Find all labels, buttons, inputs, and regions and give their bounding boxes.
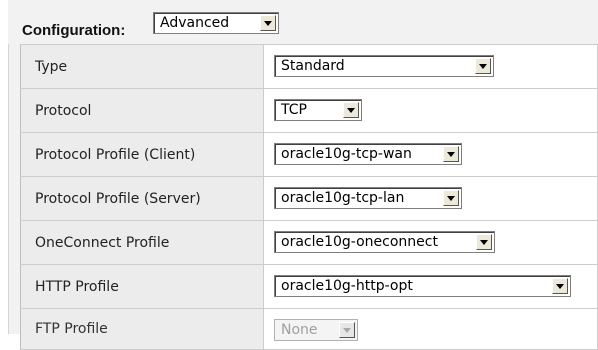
- protocol-profile-client-label: Protocol Profile (Client): [20, 132, 264, 177]
- http-profile-label: HTTP Profile: [20, 264, 264, 309]
- type-select[interactable]: Standard: [274, 55, 494, 77]
- table-row: HTTP Profile oracle10g-http-opt: [20, 264, 598, 309]
- settings-table: Type Standard Protocol TCP Protocol Prof…: [20, 44, 598, 350]
- chevron-down-icon[interactable]: [343, 102, 359, 118]
- chevron-down-icon[interactable]: [260, 15, 276, 31]
- http-profile-select[interactable]: oracle10g-http-opt: [274, 275, 571, 297]
- table-row: FTP Profile None: [20, 308, 598, 350]
- configuration-mode-select[interactable]: Advanced: [153, 12, 279, 34]
- ftp-profile-label: FTP Profile: [20, 308, 264, 350]
- chevron-down-icon[interactable]: [475, 58, 491, 74]
- protocol-profile-client-value: oracle10g-tcp-wan: [281, 146, 412, 162]
- type-value: Standard: [281, 58, 345, 74]
- protocol-profile-server-value: oracle10g-tcp-lan: [281, 190, 405, 206]
- configuration-label: Configuration:: [22, 22, 126, 39]
- configuration-mode-value: Advanced: [160, 15, 230, 31]
- chevron-down-icon[interactable]: [443, 190, 459, 206]
- table-row: Protocol Profile (Server) oracle10g-tcp-…: [20, 176, 598, 221]
- protocol-profile-client-select[interactable]: oracle10g-tcp-wan: [274, 143, 462, 165]
- protocol-value: TCP: [281, 102, 307, 118]
- chevron-down-icon[interactable]: [443, 146, 459, 162]
- ftp-profile-select[interactable]: None: [274, 319, 358, 341]
- http-profile-value: oracle10g-http-opt: [281, 278, 413, 294]
- ftp-profile-value: None: [281, 322, 318, 338]
- protocol-profile-server-select[interactable]: oracle10g-tcp-lan: [274, 187, 462, 209]
- oneconnect-profile-select[interactable]: oracle10g-oneconnect: [274, 231, 495, 253]
- table-row: Protocol Profile (Client) oracle10g-tcp-…: [20, 132, 598, 177]
- oneconnect-profile-value: oracle10g-oneconnect: [281, 234, 438, 250]
- protocol-select[interactable]: TCP: [274, 99, 362, 121]
- configuration-bar: Configuration: Advanced: [8, 0, 598, 44]
- table-row: Type Standard: [20, 44, 598, 89]
- type-label: Type: [20, 44, 264, 89]
- protocol-profile-server-label: Protocol Profile (Server): [20, 176, 264, 221]
- chevron-down-icon: [339, 322, 355, 338]
- chevron-down-icon[interactable]: [552, 278, 568, 294]
- oneconnect-profile-label: OneConnect Profile: [20, 220, 264, 265]
- chevron-down-icon[interactable]: [476, 234, 492, 250]
- table-row: Protocol TCP: [20, 88, 598, 133]
- table-row: OneConnect Profile oracle10g-oneconnect: [20, 220, 598, 265]
- protocol-label: Protocol: [20, 88, 264, 133]
